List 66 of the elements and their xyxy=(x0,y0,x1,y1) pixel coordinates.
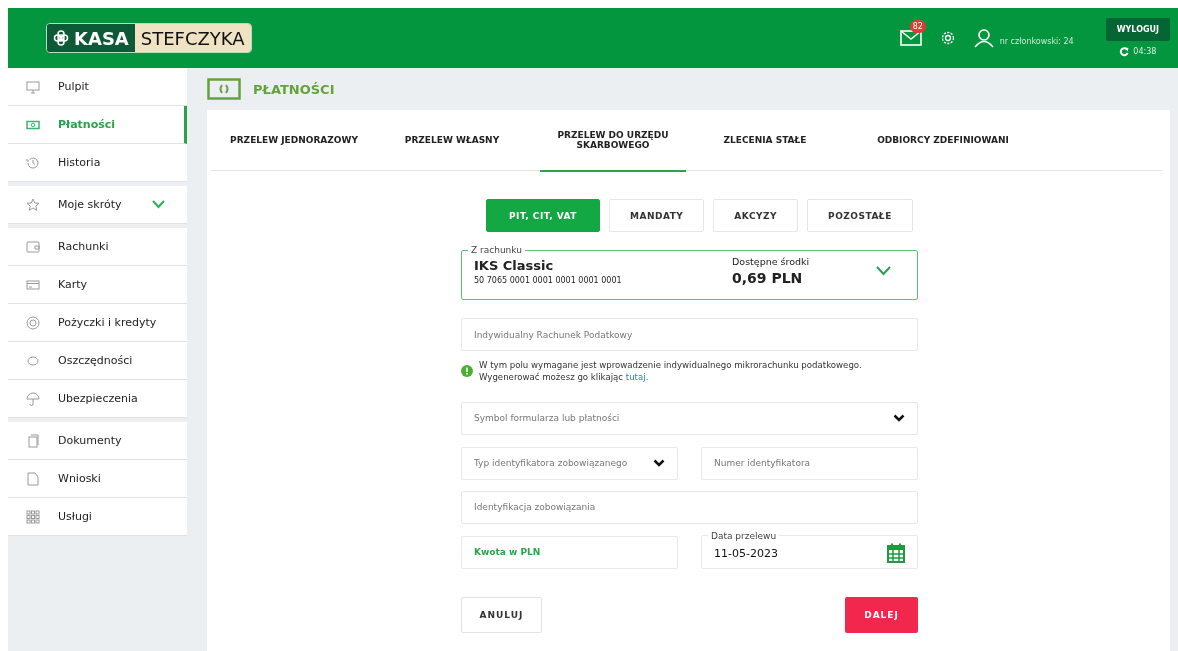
account-name: IKS Classic xyxy=(474,257,555,273)
user-icon[interactable] xyxy=(973,28,994,48)
sidebar-item[interactable]: Historia xyxy=(8,144,187,182)
sidebar-item[interactable]: Dokumenty xyxy=(8,422,187,460)
sidebar-item[interactable]: Ubezpieczenia xyxy=(8,380,187,418)
input-field[interactable]: Numer identyfikatora xyxy=(701,446,918,480)
logout-button[interactable]: WYLOGUJ xyxy=(1105,17,1170,41)
cancel-button[interactable]: ANULUJ xyxy=(461,596,542,633)
next-button[interactable]: DALEJ xyxy=(845,596,918,633)
tab[interactable]: PRZELEW JEDNORAZOWY xyxy=(211,110,377,172)
tab[interactable]: PRZELEW WŁASNY xyxy=(377,110,527,172)
sidebar-item[interactable]: Pulpit xyxy=(8,68,187,106)
tax-type-button[interactable]: MANDATY xyxy=(609,199,705,232)
sidebar-item[interactable]: Usługi xyxy=(8,498,187,536)
wallet-icon xyxy=(26,239,40,254)
page-title: PŁATNOŚCI xyxy=(253,81,335,97)
chevron-down-icon xyxy=(653,459,665,468)
logo-text: STEFCZYKA xyxy=(134,24,251,52)
tab[interactable]: ODBIORCY ZDEFINIOWANI xyxy=(848,110,1038,172)
tab[interactable]: PRZELEW DO URZĘDU SKARBOWEGO xyxy=(540,110,686,172)
input-field[interactable]: Indywidualny Rachunek Podatkowy xyxy=(461,318,918,351)
info-icon xyxy=(461,365,473,378)
lifebuoy-icon xyxy=(26,315,40,330)
settings-icon[interactable] xyxy=(939,30,956,46)
tax-type-button[interactable]: AKCYZY xyxy=(713,199,799,232)
dropdown-field[interactable]: Typ identyfikatora zobowiązanego xyxy=(461,446,678,480)
info-text: W tym polu wymagane jest wprowadzenie indywidualnego mikrorachunku podatkowego. Wygenerować możesz go klikając tutaj. xyxy=(478,359,863,384)
funds-label: Dostępne środki xyxy=(732,256,811,267)
monitor-icon xyxy=(26,79,40,94)
member-number: nr członkowski: 24 xyxy=(999,36,1075,46)
sidebar-item[interactable]: Oszczędności xyxy=(8,342,187,380)
star-icon xyxy=(26,197,40,212)
message-count-badge: 82 xyxy=(909,20,926,33)
available-funds: 0,69 PLN xyxy=(732,270,804,286)
history-icon xyxy=(26,155,40,170)
session-timer: 04:38 xyxy=(1133,47,1157,56)
account-number: 50 7065 0001 0001 0001 0001 0001 xyxy=(474,275,623,285)
field-label: Z rachunku xyxy=(470,244,523,256)
umbrella-icon xyxy=(26,391,40,406)
dropdown-field[interactable]: Symbol formularza lub płatności xyxy=(461,401,918,435)
sidebar-item[interactable]: Wnioski xyxy=(8,460,187,498)
grid-icon xyxy=(26,509,40,524)
chevron-down-icon xyxy=(893,414,905,423)
mail-icon[interactable] xyxy=(899,30,922,46)
calendar-icon[interactable] xyxy=(887,543,905,564)
sidebar-item[interactable]: Karty xyxy=(8,266,187,304)
date-field[interactable]: Data przelewu 11-05-2023 xyxy=(701,529,918,569)
card-icon xyxy=(26,277,40,292)
sidebar-item[interactable]: Rachunki xyxy=(8,228,187,266)
refresh-icon[interactable] xyxy=(1119,46,1130,57)
generate-link[interactable]: tutaj xyxy=(625,372,646,383)
account-select[interactable]: Z rachunku IKS Classic 50 7065 0001 0001 0001 0001 0001 Dostępne środki 0,69 PLN xyxy=(461,244,918,300)
amount-field[interactable]: Kwota w PLN xyxy=(461,535,678,569)
logo-text: KASA xyxy=(74,27,129,49)
tab[interactable]: ZLECENIA STAŁE xyxy=(692,110,838,172)
logo[interactable]: KASA STEFCZYKA xyxy=(46,23,252,53)
money-icon xyxy=(207,78,241,100)
field-label: Data przelewu xyxy=(710,529,778,542)
doc-icon xyxy=(26,471,40,486)
sidebar-item[interactable]: Moje skróty xyxy=(8,186,187,224)
input-field[interactable]: Identyfikacja zobowiązania xyxy=(461,490,918,524)
docs-icon xyxy=(26,433,40,448)
flower-icon xyxy=(53,30,69,46)
chevron-down-icon xyxy=(876,266,891,276)
sidebar-item[interactable]: Pożyczki i kredyty xyxy=(8,304,187,342)
tax-type-button[interactable]: POZOSTAŁE xyxy=(807,199,913,232)
